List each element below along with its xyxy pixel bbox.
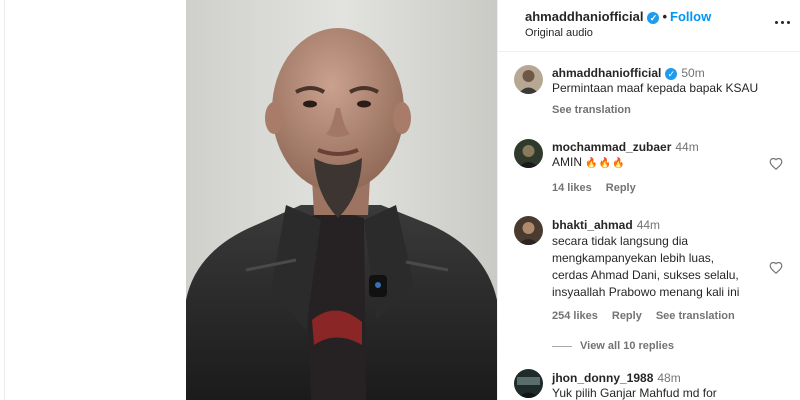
fire-emoji: 🔥🔥🔥: [585, 158, 626, 169]
avatar[interactable]: [514, 139, 543, 168]
post-header-title: ahmaddhaniofficial ✓ • Follow: [525, 9, 711, 24]
comment-line: secara tidak langsung dia: [552, 234, 689, 248]
heart-icon[interactable]: [769, 157, 783, 171]
verified-badge-icon: ✓: [665, 68, 678, 80]
follow-button[interactable]: Follow: [670, 9, 711, 24]
heart-icon[interactable]: [769, 261, 783, 275]
comment-line: mengkampanyekan lebih luas,: [552, 251, 715, 265]
comment-text: Permintaan maaf kepada bapak KSAU: [552, 81, 759, 95]
comment-username[interactable]: mochammad_zubaer: [552, 140, 671, 154]
comment-text-content: AMIN: [552, 155, 582, 169]
comment-username[interactable]: ahmaddhaniofficial: [552, 66, 661, 80]
comments-panel: ahmaddhaniofficial ✓ • Follow Original audi…: [497, 0, 800, 400]
comment-time: 44m: [675, 140, 699, 154]
comment-line: insyaallah Prabowo menang kali ini: [552, 285, 740, 299]
avatar[interactable]: [514, 369, 543, 398]
likes-count[interactable]: 14 likes: [552, 182, 592, 194]
reply-button[interactable]: Reply: [612, 310, 642, 322]
comment-username[interactable]: jhon_donny_1988: [552, 371, 653, 385]
comment-username[interactable]: bhakti_ahmad: [552, 218, 633, 232]
comment-header: bhakti_ahmad 44m: [552, 216, 660, 234]
view-replies-button[interactable]: View all 10 replies: [552, 340, 674, 352]
post-header: ahmaddhaniofficial ✓ • Follow Original audi…: [498, 0, 800, 52]
likes-count[interactable]: 254 likes: [552, 310, 598, 322]
comment-time: 44m: [636, 218, 661, 232]
comment-meta: See translation: [552, 104, 645, 116]
replies-line: [552, 345, 572, 347]
comment-line: cerdas Ahmad Dani, sukses selalu,: [552, 268, 739, 282]
comment-time: 50m: [681, 66, 705, 80]
comment-text: secara tidak langsung dia mengkampanyeka…: [552, 233, 739, 301]
comment-text: Yuk pilih Ganjar Mahfud md for: [552, 386, 717, 400]
left-blank-area: [0, 0, 186, 400]
left-divider: [4, 0, 5, 400]
comment-meta: 254 likes Reply See translation: [552, 310, 749, 322]
comment-time: 48m: [657, 371, 681, 385]
reply-button[interactable]: Reply: [606, 182, 636, 194]
comment-text: AMIN 🔥🔥🔥: [552, 154, 626, 172]
video-player[interactable]: [186, 0, 497, 400]
comment-meta: 14 likes Reply: [552, 182, 650, 194]
see-translation-link[interactable]: See translation: [656, 310, 735, 322]
separator-dot: •: [662, 9, 668, 24]
post-author-username[interactable]: ahmaddhaniofficial: [525, 9, 643, 24]
avatar[interactable]: [514, 65, 543, 94]
more-horizontal-icon[interactable]: [775, 14, 791, 30]
original-audio-link[interactable]: Original audio: [525, 27, 593, 39]
video-frame: [186, 0, 497, 400]
view-replies-label: View all 10 replies: [580, 340, 674, 352]
avatar[interactable]: [514, 216, 543, 245]
see-translation-link[interactable]: See translation: [552, 104, 631, 116]
verified-badge-icon: ✓: [647, 12, 660, 24]
